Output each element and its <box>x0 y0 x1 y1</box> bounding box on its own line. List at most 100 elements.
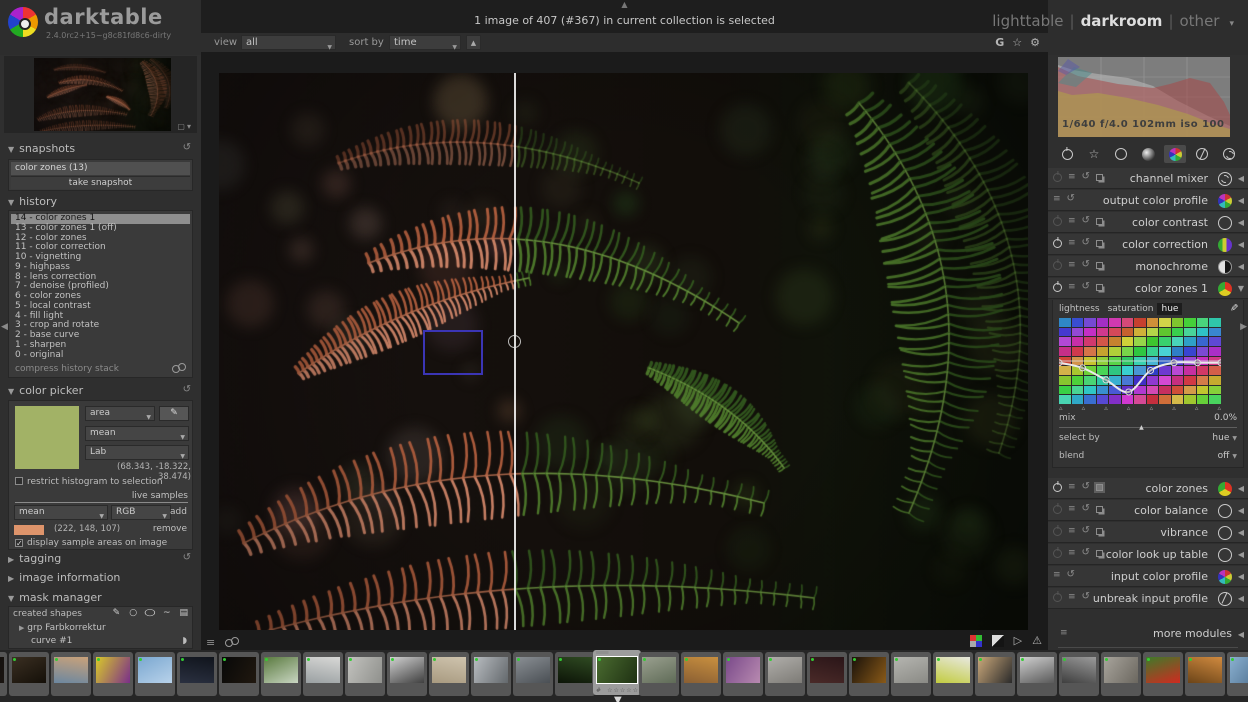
raw-overexposed-warning-icon[interactable]: ⚠ <box>1032 634 1042 647</box>
filmstrip-thumbnail[interactable] <box>135 652 175 696</box>
module-name[interactable]: vibrance <box>1160 526 1208 539</box>
brush-icon[interactable]: ✎ <box>113 608 121 618</box>
module-monochrome[interactable]: ≡ ↺ monochrome ◀ <box>1048 256 1248 277</box>
hue-marker-icon[interactable]: ▵ <box>1082 404 1086 412</box>
zones-tab-lightness[interactable]: lightness <box>1059 304 1100 314</box>
blend-row[interactable]: blend off ▼ <box>1059 451 1237 461</box>
module-color-look-up-table[interactable]: ≡ ↺ color look up table ◀ <box>1048 544 1248 565</box>
filmstrip-thumbnail[interactable] <box>1101 652 1141 696</box>
history-section-header[interactable]: ▼ history <box>8 195 193 210</box>
module-reset-icon[interactable]: ↺ <box>1082 260 1090 270</box>
filmstrip-thumbnail[interactable] <box>1059 652 1099 696</box>
hue-marker-icon[interactable]: ▵ <box>1195 404 1199 412</box>
module-name[interactable]: color correction <box>1122 238 1208 251</box>
mix-slider[interactable]: mix 0.0% <box>1059 413 1237 423</box>
module-presets-icon[interactable]: ≡ <box>1068 526 1076 536</box>
display-sample-areas-checkbox[interactable]: ✓ display sample areas on image <box>15 538 167 548</box>
eyedropper-icon[interactable]: ✎ <box>1227 303 1238 311</box>
module-instances-icon[interactable] <box>1095 527 1103 535</box>
picker-space-select[interactable]: Lab ▼ <box>85 445 189 460</box>
view-caret-icon[interactable]: ▾ <box>1229 19 1234 29</box>
hue-marker-icon[interactable]: ▵ <box>1150 404 1154 412</box>
hue-marker-icon[interactable]: ▵ <box>1104 404 1108 412</box>
reset-icon[interactable]: ↺ <box>183 142 191 153</box>
path-shape-icon[interactable]: ~ <box>163 608 171 618</box>
overexposed-icon[interactable]: ▷ <box>1014 634 1022 647</box>
filmstrip-thumbnail[interactable] <box>1143 652 1183 696</box>
filmstrip-thumbnail[interactable] <box>303 652 343 696</box>
live-sample-swatch[interactable] <box>14 525 44 535</box>
sample-space-select[interactable]: RGB ▼ <box>111 505 171 520</box>
module-instances-icon[interactable] <box>1095 549 1103 557</box>
top-panel-collapse-arrow[interactable]: ▲ <box>621 0 627 9</box>
snapshots-section-header[interactable]: ▼ snapshots ↺ <box>8 142 193 157</box>
hue-marker-icon[interactable]: ▵ <box>1217 404 1221 412</box>
module-presets-icon[interactable]: ≡ <box>1068 504 1076 514</box>
module-name[interactable]: color look up table <box>1106 548 1208 561</box>
module-color-zones[interactable]: ≡ ↺ color zones ◀ <box>1048 478 1248 499</box>
module-instances-icon[interactable] <box>1095 217 1103 225</box>
mask-manager-section-header[interactable]: ▼ mask manager <box>8 591 193 606</box>
remove-sample-button[interactable]: remove <box>153 524 187 534</box>
view-filter-select[interactable]: all ▼ <box>241 35 336 51</box>
active-modules-icon[interactable] <box>1056 145 1078 163</box>
eyedropper-button[interactable]: ✎ <box>159 406 189 421</box>
sort-ascending-button[interactable]: ▲ <box>466 35 481 50</box>
select-by-row[interactable]: select by hue ▼ <box>1059 433 1237 443</box>
module-power-icon[interactable] <box>1053 592 1062 602</box>
module-color-correction[interactable]: ≡ ↺ color correction ◀ <box>1048 234 1248 255</box>
module-power-icon[interactable] <box>1053 238 1062 248</box>
module-presets-icon[interactable]: ≡ <box>1053 570 1061 580</box>
overlays-toggle-icon[interactable]: ☆ <box>1012 36 1022 49</box>
module-presets-icon[interactable]: ≡ <box>1068 216 1076 226</box>
mask-curve-item[interactable]: curve #1 <box>31 636 72 646</box>
styles-icon[interactable] <box>225 637 240 647</box>
module-reset-icon[interactable]: ↺ <box>1082 238 1090 248</box>
filmstrip-thumbnail[interactable] <box>9 652 49 696</box>
presets-icon[interactable]: ≡ <box>206 637 215 648</box>
color-zones-curve[interactable] <box>1059 318 1221 404</box>
filmstrip-collapse-arrow[interactable]: ▼ <box>614 695 622 702</box>
filmstrip-thumbnail[interactable] <box>345 652 385 696</box>
module-instances-icon[interactable] <box>1095 239 1103 247</box>
view-lighttable[interactable]: lighttable <box>992 12 1063 30</box>
filmstrip-thumbnail[interactable] <box>891 652 931 696</box>
filmstrip-thumbnail[interactable] <box>975 652 1015 696</box>
module-instances-icon[interactable] <box>1095 261 1103 269</box>
module-name[interactable]: unbreak input profile <box>1093 592 1208 605</box>
filmstrip-thumbnail[interactable] <box>177 652 217 696</box>
sort-select[interactable]: time ▼ <box>389 35 461 51</box>
module-instances-icon[interactable] <box>1093 481 1105 493</box>
module-vibrance[interactable]: ≡ ↺ vibrance ◀ <box>1048 522 1248 543</box>
filmstrip-thumbnail[interactable] <box>51 652 91 696</box>
image-information-section-header[interactable]: ▶ image information <box>8 571 193 586</box>
module-power-icon[interactable] <box>1053 172 1062 182</box>
module-presets-icon[interactable]: ≡ <box>1068 282 1076 292</box>
reset-icon[interactable]: ↺ <box>183 384 191 395</box>
filmstrip[interactable]: ▼ ☆☆☆☆☆ # <box>0 650 1248 702</box>
ellipse-shape-icon[interactable]: ○ <box>144 608 156 618</box>
favorites-icon[interactable]: ☆ <box>1083 145 1105 163</box>
mask-group-item[interactable]: ▶ grp Farbkorrektur <box>19 623 106 633</box>
left-panel-collapse-arrow[interactable]: ◀ <box>1 322 8 332</box>
gradient-shape-icon[interactable]: ▤ <box>179 608 188 618</box>
filmstrip-thumbnail[interactable] <box>807 652 847 696</box>
preferences-gear-icon[interactable]: ⚙ <box>1030 36 1040 49</box>
navigation-thumbnail[interactable]: ▢▾ <box>4 56 197 133</box>
module-channel-mixer[interactable]: ≡ ↺ channel mixer ◀ <box>1048 168 1248 189</box>
module-power-icon[interactable] <box>1053 216 1062 226</box>
restrict-histogram-checkbox[interactable]: restrict histogram to selection <box>15 477 163 487</box>
zoom-dropdown-icon[interactable]: ▾ <box>187 122 193 131</box>
filmstrip-thumbnail-selected[interactable]: ☆☆☆☆☆ # <box>593 650 641 695</box>
module-output-color-profile[interactable]: ≡ ↺ output color profile ◀ <box>1048 190 1248 211</box>
reset-icon[interactable]: ↺ <box>183 552 191 563</box>
hue-marker-icon[interactable]: ▵ <box>1172 404 1176 412</box>
grouping-toggle-icon[interactable]: G <box>995 36 1004 49</box>
filmstrip-thumbnail[interactable] <box>93 652 133 696</box>
module-name[interactable]: monochrome <box>1135 260 1208 273</box>
gamut-check-icon[interactable] <box>969 634 982 647</box>
filmstrip-thumbnail[interactable] <box>429 652 469 696</box>
snapshot-split-line[interactable] <box>514 73 516 630</box>
compress-history-icon[interactable] <box>172 363 186 373</box>
slider-marker-icon[interactable]: ▲ <box>1139 424 1144 431</box>
